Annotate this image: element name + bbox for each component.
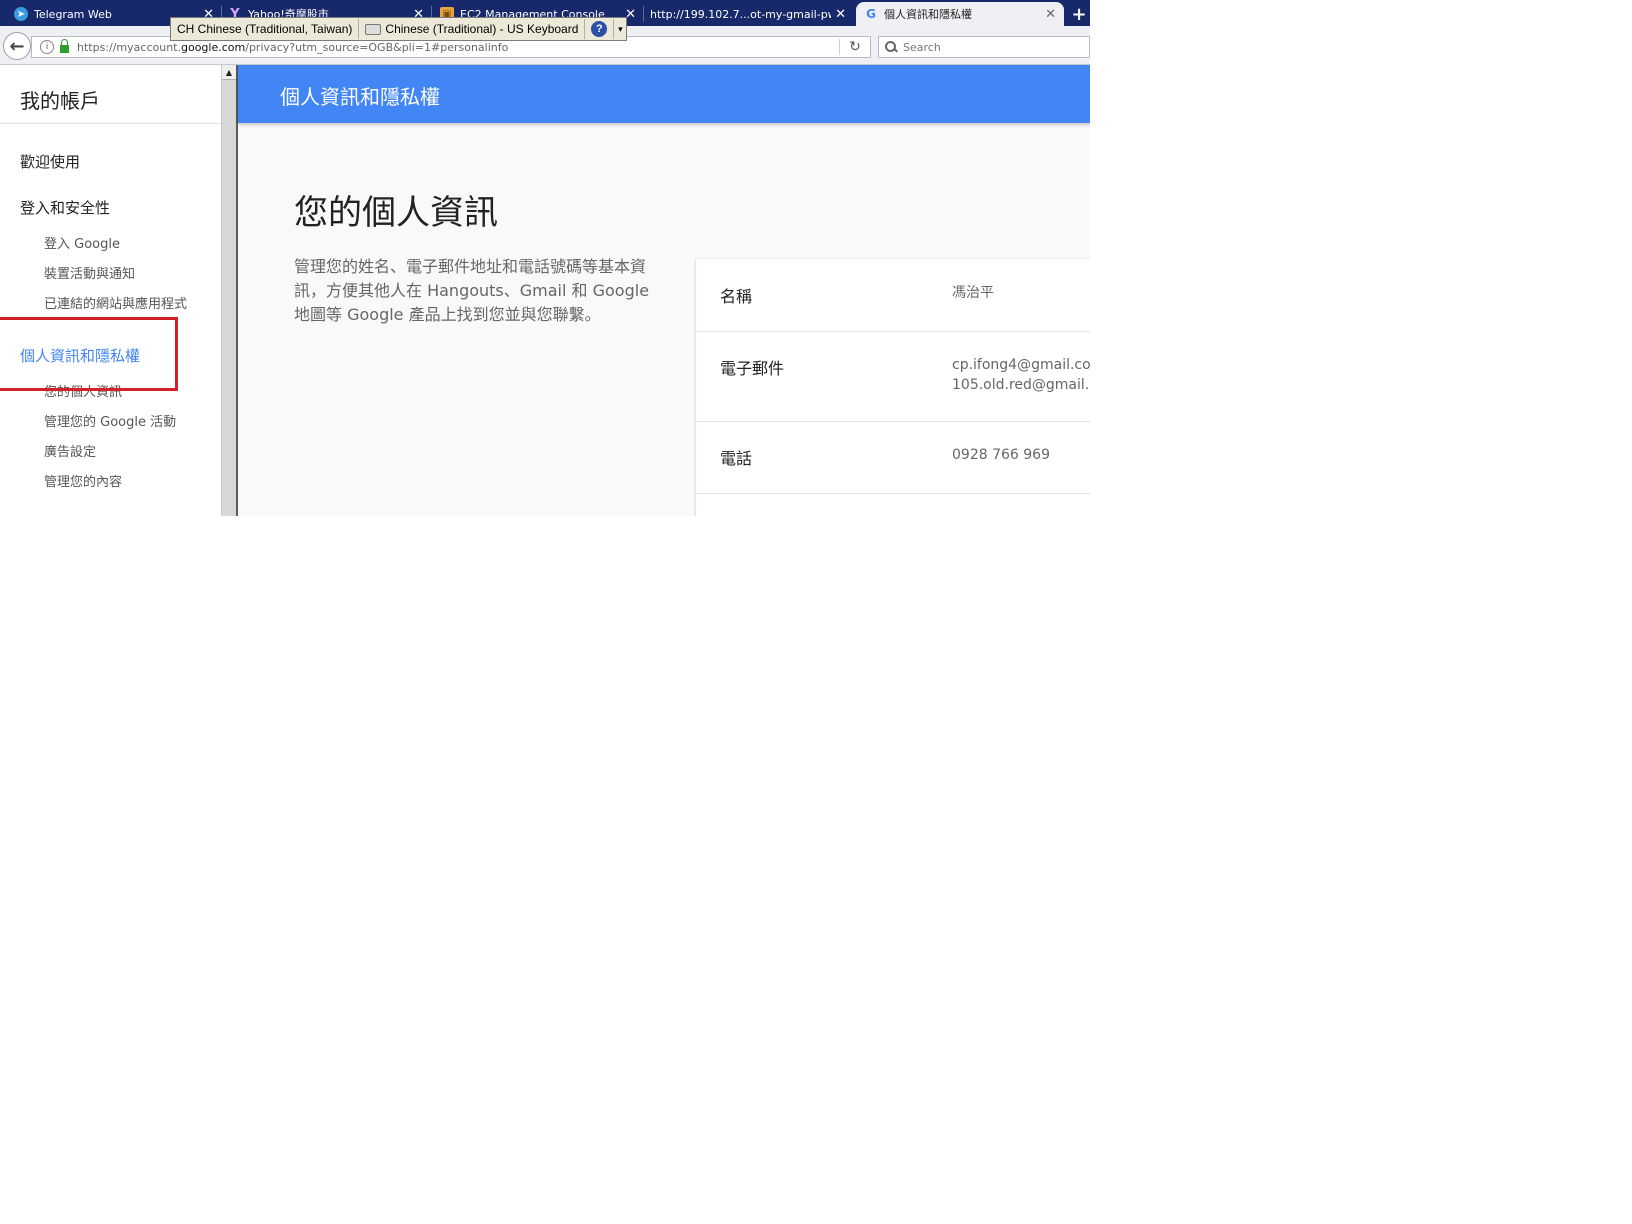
screenshot-region: ➤ Telegram Web ✕ Y Yahoo!奇摩股市 ✕ ▣ EC2 Ma… — [0, 0, 1090, 516]
info-row-name[interactable]: 名稱 馮治平 — [696, 259, 1090, 332]
sidebar-item-signin-google[interactable]: 登入 Google — [44, 233, 120, 252]
page-description: 管理您的姓名、電子郵件地址和電話號碼等基本資訊，方便其他人在 Hangouts、… — [294, 257, 650, 324]
google-icon: G — [866, 7, 876, 21]
close-icon[interactable]: ✕ — [1045, 7, 1056, 22]
main-content: 個人資訊和隱私權 您的個人資訊 管理您的姓名、電子郵件地址和電話號碼等基本資訊，… — [236, 65, 1090, 516]
sidebar-item-signin-security[interactable]: 登入和安全性 — [20, 197, 110, 218]
new-tab-button[interactable]: + — [1068, 2, 1090, 26]
sidebar: 我的帳戶 歡迎使用 登入和安全性 登入 Google 裝置活動與通知 已連結的網… — [0, 65, 221, 516]
page-title: 您的個人資訊 — [294, 193, 498, 233]
keyboard-layout[interactable]: Chinese (Traditional) - US Keyboard — [359, 19, 586, 39]
row-label: 電話 — [720, 449, 753, 468]
header-title: 個人資訊和隱私權 — [280, 85, 440, 109]
row-value: 0928 766 969 — [952, 447, 1050, 463]
sidebar-title: 我的帳戶 — [20, 89, 100, 113]
red-highlight-annotation — [0, 317, 178, 391]
sidebar-item-manage-content[interactable]: 管理您的內容 — [44, 471, 122, 490]
row-label: 名稱 — [720, 287, 753, 306]
info-row-phone[interactable]: 電話 0928 766 969 — [696, 421, 1090, 494]
personal-info-card: 名稱 馮治平 電子郵件 cp.ifong4@gmail.com 105.old.… — [696, 259, 1090, 516]
tab-label: 個人資訊和隱私權 — [884, 8, 972, 21]
help-button[interactable]: ? — [585, 19, 615, 39]
row-value: 馮治平 — [952, 285, 994, 301]
telegram-icon: ➤ — [14, 7, 28, 21]
options-arrow-icon[interactable]: ▾ — [614, 24, 626, 35]
page-header: 個人資訊和隱私權 — [238, 65, 1090, 123]
sidebar-item-google-activity[interactable]: 管理您的 Google 活動 — [44, 411, 176, 430]
scrollbar[interactable]: ▲ — [221, 65, 236, 516]
row-value: cp.ifong4@gmail.com — [952, 357, 1090, 373]
sidebar-item-device-activity[interactable]: 裝置活動與通知 — [44, 263, 135, 282]
info-icon[interactable]: i — [40, 40, 54, 54]
sidebar-item-welcome[interactable]: 歡迎使用 — [20, 151, 80, 172]
divider — [0, 123, 221, 124]
sidebar-item-ad-settings[interactable]: 廣告設定 — [44, 441, 96, 460]
url-text: https://myaccount.google.com/privacy?utm… — [77, 40, 509, 54]
scroll-up-arrow-icon[interactable]: ▲ — [222, 65, 236, 80]
tab-label: http://199.102.7...ot-my-gmail-pwd — [650, 7, 832, 21]
input-language[interactable]: CH Chinese (Traditional, Taiwan) — [171, 19, 360, 39]
tab-google-privacy[interactable]: G 個人資訊和隱私權 ✕ — [856, 2, 1064, 26]
info-row-email[interactable]: 電子郵件 cp.ifong4@gmail.com 105.old.red@gma… — [696, 331, 1090, 422]
search-box[interactable]: Search — [878, 36, 1090, 58]
row-value: 105.old.red@gmail.com — [952, 377, 1090, 393]
keyboard-icon — [365, 23, 382, 35]
back-button[interactable]: ← — [3, 32, 31, 60]
back-arrow-icon: ← — [9, 35, 25, 57]
help-icon: ? — [591, 21, 608, 37]
lock-icon — [60, 39, 69, 53]
reload-icon[interactable]: ↻ — [839, 39, 864, 55]
language-bar: CH Chinese (Traditional, Taiwan) Chinese… — [170, 17, 628, 41]
sidebar-item-connected-apps[interactable]: 已連結的網站與應用程式 — [44, 293, 187, 312]
close-icon[interactable]: ✕ — [835, 7, 846, 22]
row-label: 電子郵件 — [720, 359, 785, 378]
search-placeholder: Search — [903, 40, 941, 54]
search-icon — [885, 41, 897, 53]
page: 我的帳戶 歡迎使用 登入和安全性 登入 Google 裝置活動與通知 已連結的網… — [0, 65, 1090, 516]
tab-url[interactable]: http://199.102.7...ot-my-gmail-pwd ✕ — [650, 2, 846, 26]
